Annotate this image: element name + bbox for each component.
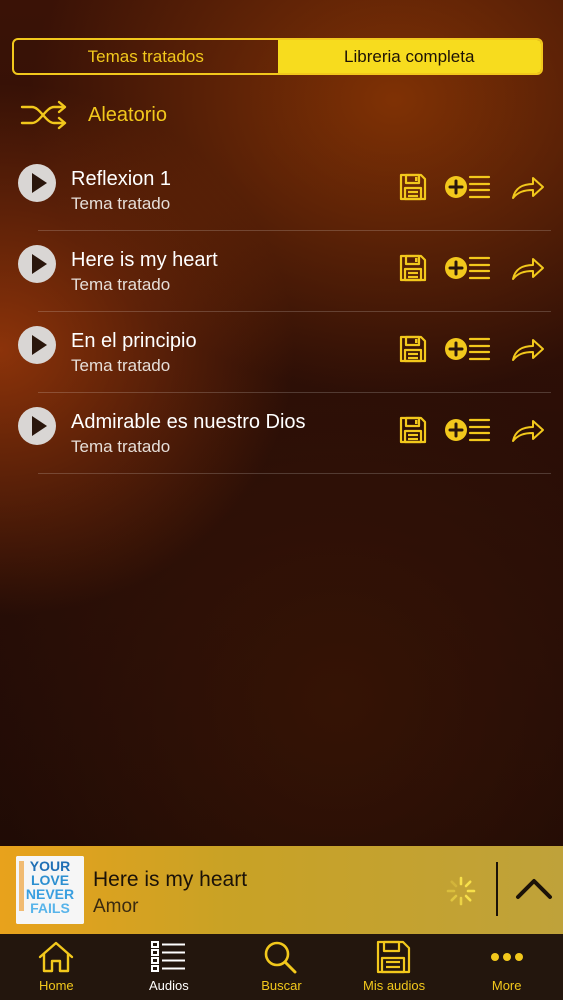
- track-title: Admirable es nuestro Dios: [71, 411, 306, 433]
- search-icon: [265, 941, 297, 974]
- tab-label: Home: [38, 978, 74, 993]
- play-icon[interactable]: [18, 326, 56, 364]
- share-icon[interactable]: [511, 419, 545, 443]
- track-row[interactable]: Admirable es nuestro Dios Tema tratado: [0, 393, 563, 474]
- now-playing-title: Here is my heart: [93, 868, 248, 891]
- save-icon[interactable]: [398, 334, 428, 364]
- tab-more[interactable]: More: [450, 934, 563, 1000]
- loading-spinner-icon: [446, 876, 476, 906]
- add-to-playlist-icon[interactable]: [444, 417, 492, 443]
- album-art: YOUR LOVE NEVER FAILS: [16, 856, 84, 924]
- tab-home[interactable]: Home: [0, 934, 113, 1000]
- tab-label: Mis audios: [363, 978, 426, 993]
- share-icon[interactable]: [511, 257, 545, 281]
- track-title: En el principio: [71, 330, 197, 352]
- add-to-playlist-icon[interactable]: [444, 255, 492, 281]
- save-icon[interactable]: [398, 172, 428, 202]
- more-icon: [490, 953, 523, 961]
- tab-label: Buscar: [261, 978, 302, 993]
- add-to-playlist-icon[interactable]: [444, 174, 492, 200]
- tab-audios[interactable]: Audios: [113, 934, 226, 1000]
- tab-temas-tratados[interactable]: Temas tratados: [14, 40, 278, 73]
- track-subtitle: Tema tratado: [71, 194, 171, 213]
- add-to-playlist-icon[interactable]: [444, 336, 492, 362]
- shuffle-button[interactable]: Aleatorio: [20, 96, 167, 134]
- shuffle-icon: [20, 100, 67, 130]
- tab-label: Audios: [149, 978, 189, 993]
- shuffle-label: Aleatorio: [88, 103, 167, 126]
- mini-player[interactable]: YOUR LOVE NEVER FAILS Here is my heart A…: [0, 846, 563, 934]
- save-icon[interactable]: [398, 415, 428, 445]
- play-icon[interactable]: [18, 407, 56, 445]
- track-subtitle: Tema tratado: [71, 437, 171, 456]
- track-row[interactable]: Here is my heart Tema tratado: [0, 231, 563, 312]
- play-icon[interactable]: [18, 245, 56, 283]
- tab-mis-audios[interactable]: Mis audios: [338, 934, 451, 1000]
- tab-bar: Home Audios Buscar Mis audios More: [0, 934, 563, 1000]
- mini-player-divider: [496, 862, 498, 916]
- tab-buscar[interactable]: Buscar: [225, 934, 338, 1000]
- track-subtitle: Tema tratado: [71, 275, 171, 294]
- track-title: Reflexion 1: [71, 168, 172, 190]
- track-row[interactable]: En el principio Tema tratado: [0, 312, 563, 393]
- share-icon[interactable]: [511, 338, 545, 362]
- list-icon: [150, 941, 185, 972]
- tab-libreria-completa[interactable]: Libreria completa: [277, 40, 541, 73]
- home-icon: [39, 941, 74, 973]
- save-icon: [376, 940, 411, 974]
- chevron-up-icon[interactable]: [515, 876, 553, 900]
- tab-label: More: [491, 978, 522, 993]
- track-subtitle: Tema tratado: [71, 356, 171, 375]
- track-row[interactable]: Reflexion 1 Tema tratado: [0, 150, 563, 231]
- track-list: Reflexion 1 Tema tratado Here is my hear…: [0, 150, 563, 474]
- now-playing-subtitle: Amor: [93, 896, 139, 917]
- svg-text:FAILS: FAILS: [30, 900, 70, 916]
- track-title: Here is my heart: [71, 249, 218, 271]
- row-divider: [38, 473, 551, 474]
- save-icon[interactable]: [398, 253, 428, 283]
- play-icon[interactable]: [18, 164, 56, 202]
- segmented-control: Temas tratados Libreria completa: [12, 38, 543, 75]
- share-icon[interactable]: [511, 176, 545, 200]
